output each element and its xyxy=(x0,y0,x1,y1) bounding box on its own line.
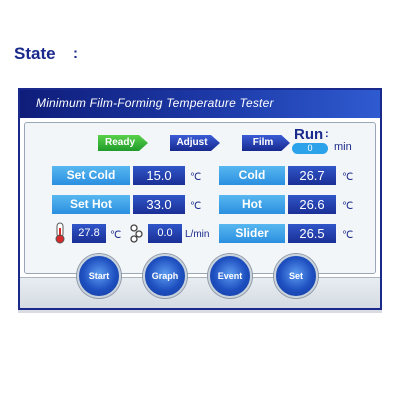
ambient-temp-value: 27.8 xyxy=(72,224,106,243)
set-hot-value[interactable]: 33.0 xyxy=(133,195,185,214)
flow-value: 0.0 xyxy=(148,224,182,243)
cold-label: Cold xyxy=(219,166,285,185)
hot-unit: ℃ xyxy=(342,201,354,212)
run-label: Run xyxy=(294,126,324,143)
start-button[interactable]: Start xyxy=(77,254,121,298)
state-step-adjust: Adjust xyxy=(170,135,220,151)
slider-value: 26.5 xyxy=(288,224,336,243)
state-label: State xyxy=(14,44,56,63)
ambient-temp-unit: ℃ xyxy=(110,230,122,241)
window-title: Minimum Film-Forming Temperature Tester xyxy=(36,96,274,110)
hot-label: Hot xyxy=(219,195,285,214)
state-step-ready: Ready xyxy=(98,135,148,151)
set-cold-value[interactable]: 15.0 xyxy=(133,166,185,185)
thermometer-icon xyxy=(52,222,68,249)
flow-icon xyxy=(128,223,146,248)
flow-unit: L/min xyxy=(185,229,210,240)
set-cold-unit: ℃ xyxy=(190,172,202,183)
state-colon: : xyxy=(73,45,78,62)
run-time-value: 0 xyxy=(292,143,328,154)
set-hot-label: Set Hot xyxy=(52,195,130,214)
screen-shadow xyxy=(18,310,382,313)
run-time-unit: min xyxy=(334,141,352,153)
cold-unit: ℃ xyxy=(342,172,354,183)
hot-value: 26.6 xyxy=(288,195,336,214)
set-hot-unit: ℃ xyxy=(190,201,202,212)
run-colon: : xyxy=(325,128,329,140)
cold-value: 26.7 xyxy=(288,166,336,185)
slider-label: Slider xyxy=(219,224,285,243)
state-step-film: Film xyxy=(242,135,290,151)
set-button[interactable]: Set xyxy=(274,254,318,298)
event-button[interactable]: Event xyxy=(208,254,252,298)
footer-bar xyxy=(20,277,380,308)
set-cold-label: Set Cold xyxy=(52,166,130,185)
slider-unit: ℃ xyxy=(342,230,354,241)
graph-button[interactable]: Graph xyxy=(143,254,187,298)
title-bar: Minimum Film-Forming Temperature Tester xyxy=(20,90,380,118)
